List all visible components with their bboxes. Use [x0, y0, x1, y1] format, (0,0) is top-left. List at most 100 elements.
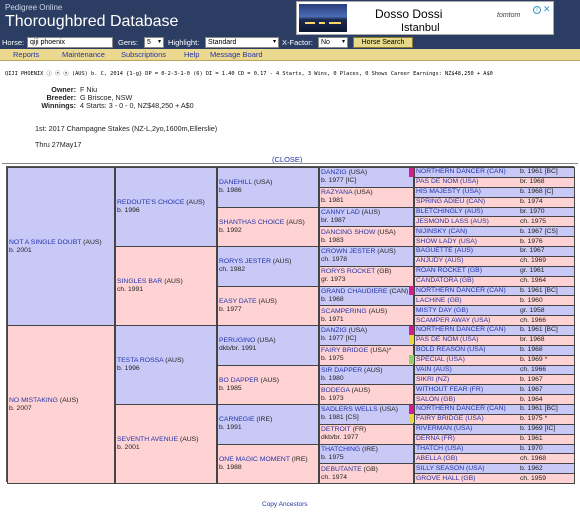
ancestor-name[interactable]: PAS DE NOM (USA) — [416, 178, 520, 186]
ancestor-name[interactable]: SHANTHAS CHOICE — [219, 219, 284, 226]
ancestor-gen4-4[interactable]: DANCING SHOW (USA) b. 1983 — [319, 226, 414, 247]
ancestor-name[interactable]: NOT A SINGLE DOUBT — [9, 239, 81, 246]
ancestor-name[interactable]: NO MISTAKING — [9, 397, 58, 404]
ancestor-name[interactable]: SEVENTH AVENUE — [117, 436, 178, 443]
ancestor-name[interactable]: FAIRY BRIDGE (USA) — [416, 415, 520, 423]
ancestor-gen2-1[interactable]: REDOUTE'S CHOICE (AUS) b. 1996 — [115, 167, 217, 247]
ancestor-name[interactable]: JESMOND LASS (AUS) — [416, 218, 520, 226]
ancestor-gen4-10[interactable]: FAIRY BRIDGE (USA)* b. 1975 — [319, 344, 414, 366]
ancestor-name[interactable]: SADLERS WELLS — [321, 406, 378, 413]
ancestor-name[interactable]: ONE MAGIC MOMENT — [219, 456, 290, 463]
ancestor-name[interactable]: BAGUETTE (AUS) — [416, 247, 520, 255]
ancestor-name[interactable]: SILLY SEASON (USA) — [416, 465, 520, 473]
ancestor-gen4-7[interactable]: GRAND CHAUDIERE (CAN) b. 1968 — [319, 285, 414, 307]
ancestor-name[interactable]: PERUGINO — [219, 337, 255, 344]
ancestor-name[interactable]: MISTY DAY (GB) — [416, 307, 520, 315]
ancestor-gen3-7[interactable]: CARNEGIE (IRE) b. 1991 — [217, 404, 319, 445]
ancestor-name[interactable]: BLETCHINGLY (AUS) — [416, 208, 520, 216]
ancestor-name[interactable]: RORYS JESTER — [219, 258, 271, 265]
ancestor-gen2-2[interactable]: SINGLES BAR (AUS) ch. 1991 — [115, 246, 217, 326]
ancestor-gen3-6[interactable]: BO DAPPER (AUS) b. 1985 — [217, 364, 319, 405]
ancestor-name[interactable]: DANZIG — [321, 169, 347, 176]
copy-ancestors-link[interactable]: Copy Ancestors — [262, 501, 308, 508]
ancestor-gen4-14[interactable]: DETROIT (FR) dkb/br. 1977 — [319, 423, 414, 445]
ancestor-name[interactable]: SPRING ADIEU (CAN) — [416, 198, 520, 206]
ancestor-name[interactable]: SHOW LADY (USA) — [416, 238, 520, 246]
ancestor-gen3-3[interactable]: RORYS JESTER (AUS) ch. 1982 — [217, 246, 319, 287]
ancestor-name[interactable]: BOLD REASON (USA) — [416, 346, 520, 354]
menu-subscriptions[interactable]: Subscriptions — [121, 50, 166, 59]
ancestor-name[interactable]: SCAMPERING — [321, 308, 367, 315]
ancestor-gen4-12[interactable]: BODEGA (AUS) b. 1973 — [319, 384, 414, 405]
ancestor-name[interactable]: NORTHERN DANCER (CAN) — [416, 287, 520, 295]
ancestor-name[interactable]: ROAN ROCKET (GB) — [416, 267, 520, 275]
ancestor-gen5-32[interactable]: GROVE HALL (GB) ch. 1959 — [414, 473, 575, 484]
menu-maintenance[interactable]: Maintenance — [62, 50, 105, 59]
xfactor-select[interactable]: No ▾ — [318, 37, 348, 48]
ad-close-icon[interactable]: ✕ — [543, 4, 551, 15]
ancestor-name[interactable]: CARNEGIE — [219, 416, 255, 423]
ancestor-gen4-15[interactable]: THATCHING (IRE) b. 1975 — [319, 443, 414, 465]
ancestor-name[interactable]: WITHOUT FEAR (FR) — [416, 386, 520, 394]
ancestor-name[interactable]: RIVERMAN (USA) — [416, 425, 520, 433]
ancestor-gen2-3[interactable]: TESTA ROSSA (AUS) b. 1996 — [115, 325, 217, 405]
horse-input[interactable]: qiji phoenix — [27, 37, 113, 48]
ad-info-icon[interactable]: i — [533, 6, 541, 14]
ad-photo[interactable] — [299, 4, 347, 32]
ancestor-gen4-16[interactable]: DEBUTANTE (GB) ch. 1974 — [319, 463, 414, 484]
ancestor-name[interactable]: CANNY LAD — [321, 209, 360, 216]
ancestor-name[interactable]: SCAMPER AWAY (USA) — [416, 317, 520, 325]
ancestor-name[interactable]: DETROIT — [321, 426, 351, 433]
ancestor-name[interactable]: SALON (GB) — [416, 396, 520, 404]
ancestor-gen1-2[interactable]: NO MISTAKING (AUS) b. 2007 — [7, 325, 115, 484]
ancestor-name[interactable]: SINGLES BAR — [117, 278, 162, 285]
ad-title[interactable]: Dosso Dossi — [375, 7, 442, 21]
ancestor-name[interactable]: DANEHILL — [219, 179, 252, 186]
ancestor-name[interactable]: DANCING SHOW — [321, 229, 375, 236]
ancestor-gen3-1[interactable]: DANEHILL (USA) b. 1986 — [217, 167, 319, 208]
ancestor-name[interactable]: REDOUTE'S CHOICE — [117, 199, 184, 206]
ancestor-gen2-4[interactable]: SEVENTH AVENUE (AUS) b. 2001 — [115, 404, 217, 484]
ancestor-name[interactable]: FAIRY BRIDGE — [321, 347, 368, 354]
ancestor-name[interactable]: EASY DATE — [219, 298, 257, 305]
ancestor-name[interactable]: DERNA (FR) — [416, 435, 520, 443]
ad-subtitle[interactable]: Istanbul — [401, 22, 440, 34]
ancestor-gen4-8[interactable]: SCAMPERING (AUS) b. 1971 — [319, 305, 414, 326]
site-title[interactable]: Thoroughbred Database — [5, 13, 178, 31]
ancestor-name[interactable]: THATCHING — [321, 446, 360, 453]
ancestor-name[interactable]: RORYS ROCKET — [321, 268, 375, 275]
ancestor-name[interactable]: RAZYANA — [321, 189, 352, 196]
ancestor-name[interactable]: BO DAPPER — [219, 377, 259, 384]
ancestor-name[interactable]: TESTA ROSSA — [117, 357, 163, 364]
ancestor-name[interactable]: DEBUTANTE — [321, 466, 362, 473]
ancestor-name[interactable]: ABELLA (GB) — [416, 455, 520, 463]
ancestor-gen4-1[interactable]: DANZIG (USA) b. 1977 [IC] — [319, 167, 414, 188]
highlight-select[interactable]: Standard ▾ — [205, 37, 279, 48]
ancestor-name[interactable]: SPECIAL (USA) — [416, 356, 520, 364]
ancestor-name[interactable]: DANZIG — [321, 327, 347, 334]
ancestor-gen3-8[interactable]: ONE MAGIC MOMENT (IRE) b. 1988 — [217, 443, 319, 484]
ancestor-gen4-9[interactable]: DANZIG (USA) b. 1977 [IC] — [319, 325, 414, 346]
ancestor-name[interactable]: CANDATORA (GB) — [416, 277, 520, 285]
ancestor-name[interactable]: VAIN (AUS) — [416, 366, 520, 374]
ancestor-name[interactable]: LACHINE (GB) — [416, 297, 520, 305]
ancestor-name[interactable]: NORTHERN DANCER (CAN) — [416, 405, 520, 413]
menu-reports[interactable]: Reports — [13, 50, 39, 59]
ancestor-name[interactable]: SIR DAPPER — [321, 367, 362, 374]
advertisement[interactable]: Dosso Dossi Istanbul tomtom i ✕ — [296, 1, 554, 35]
ancestor-gen4-11[interactable]: SIR DAPPER (AUS) b. 1980 — [319, 364, 414, 386]
ancestor-name[interactable]: SIKRI (NZ) — [416, 376, 520, 384]
ancestor-gen3-4[interactable]: EASY DATE (AUS) b. 1977 — [217, 285, 319, 326]
ancestor-gen4-5[interactable]: CROWN JESTER (AUS) ch. 1978 — [319, 246, 414, 267]
ancestor-gen4-2[interactable]: RAZYANA (USA) b. 1981 — [319, 186, 414, 208]
ancestor-name[interactable]: GROVE HALL (GB) — [416, 475, 520, 483]
menu-help[interactable]: Help — [184, 50, 199, 59]
ancestor-gen3-5[interactable]: PERUGINO (USA) dkb/br. 1991 — [217, 325, 319, 366]
gens-select[interactable]: 5 ▾ — [144, 37, 164, 48]
ancestor-name[interactable]: NORTHERN DANCER (CAN) — [416, 168, 520, 176]
ancestor-name[interactable]: ANJUDY (AUS) — [416, 257, 520, 265]
ancestor-gen4-3[interactable]: CANNY LAD (AUS) br. 1987 — [319, 206, 414, 228]
menu-message-board[interactable]: Message Board — [210, 50, 263, 59]
horse-search-button[interactable]: Horse Search — [353, 37, 413, 48]
ancestor-gen4-6[interactable]: RORYS ROCKET (GB) gr. 1973 — [319, 265, 414, 287]
